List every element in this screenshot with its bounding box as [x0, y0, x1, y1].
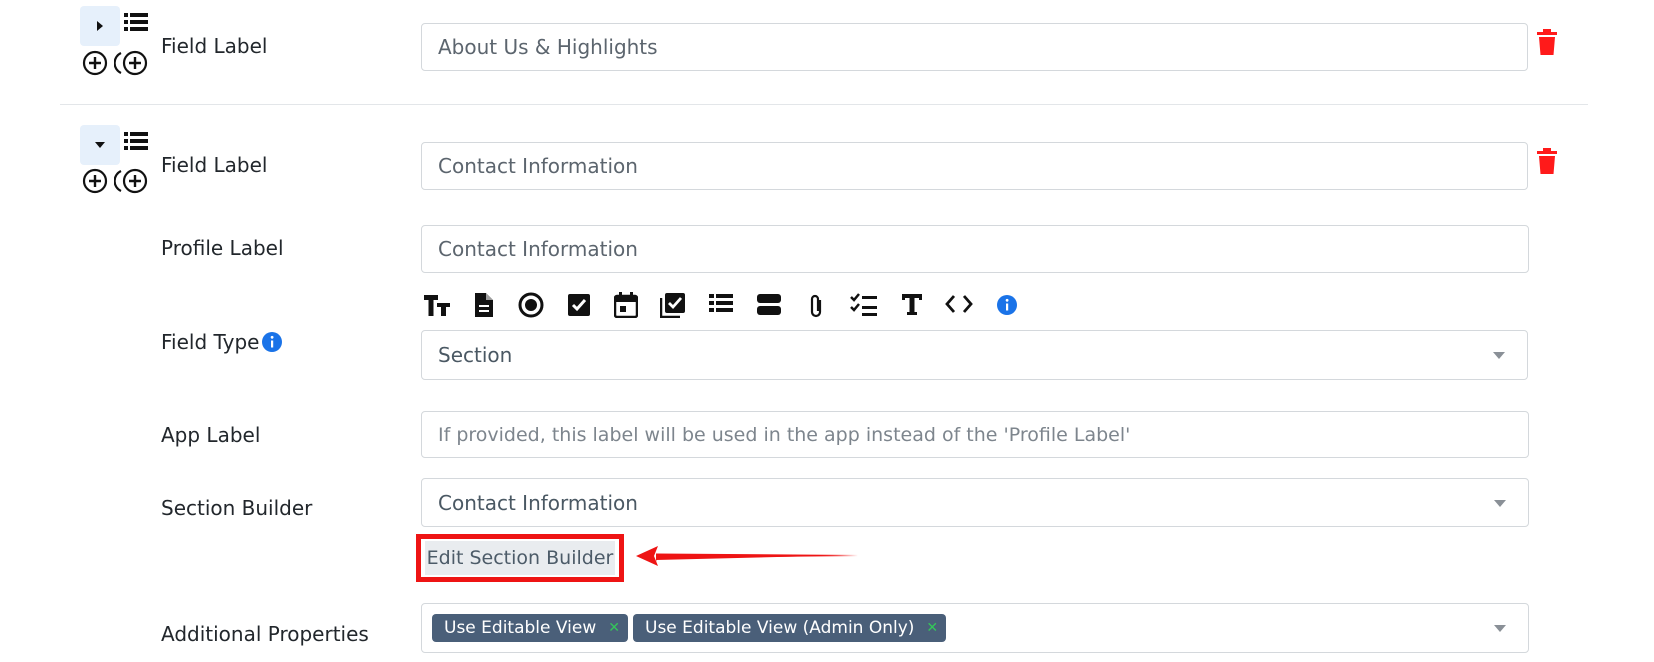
edit-section-builder-button[interactable]: Edit Section Builder — [425, 541, 615, 575]
chevron-down-icon — [1494, 625, 1506, 632]
row-divider — [60, 104, 1588, 105]
checkbox-icon[interactable] — [566, 292, 592, 318]
add-circle-icon[interactable] — [82, 168, 108, 194]
chevron-down-icon — [1493, 352, 1505, 359]
multi-check-icon[interactable] — [660, 292, 686, 318]
field-type-info-icon[interactable] — [262, 332, 282, 352]
profile-label-input[interactable]: Contact Information — [421, 225, 1529, 273]
additional-properties-label: Additional Properties — [161, 622, 369, 646]
list-icon[interactable] — [124, 12, 148, 32]
property-tag: Use Editable View ✕ — [432, 614, 628, 642]
annotation-arrow-icon — [636, 546, 858, 566]
code-icon[interactable] — [945, 292, 973, 316]
caret-right-icon — [97, 21, 103, 31]
collapse-toggle-button[interactable] — [80, 125, 120, 165]
checklist-icon[interactable] — [850, 292, 878, 316]
remove-tag-icon[interactable]: ✕ — [926, 620, 938, 636]
section-builder-value: Contact Information — [438, 490, 638, 515]
field-type-value: Section — [438, 343, 513, 367]
app-label-input[interactable]: If provided, this label will be used in … — [421, 411, 1529, 458]
profile-label-label: Profile Label — [161, 236, 284, 260]
caret-down-icon — [95, 142, 105, 148]
field-type-label: Field Type — [161, 330, 260, 354]
chevron-down-icon — [1494, 499, 1506, 507]
delete-trash-icon[interactable] — [1536, 29, 1558, 55]
section-builder-label: Section Builder — [161, 496, 313, 520]
list-icon[interactable] — [124, 131, 148, 151]
add-circle-icon[interactable] — [82, 50, 108, 76]
field-label: Field Label — [161, 153, 268, 177]
edit-section-builder-highlight: Edit Section Builder — [416, 534, 624, 582]
app-label-label: App Label — [161, 423, 261, 447]
text-icon[interactable] — [901, 292, 923, 316]
add-nested-icon[interactable] — [114, 50, 148, 76]
property-tag-label: Use Editable View (Admin Only) — [645, 618, 915, 638]
text-size-icon[interactable] — [423, 292, 451, 318]
radio-icon[interactable] — [518, 292, 544, 318]
expand-toggle-button[interactable] — [80, 6, 120, 46]
field-type-select[interactable]: Section — [421, 330, 1528, 380]
delete-trash-icon[interactable] — [1536, 148, 1558, 174]
section-builder-select[interactable]: Contact Information — [421, 478, 1529, 527]
info-icon[interactable] — [997, 295, 1017, 315]
remove-tag-icon[interactable]: ✕ — [608, 620, 620, 636]
attachment-icon[interactable] — [806, 292, 826, 320]
property-tag: Use Editable View (Admin Only) ✕ — [633, 614, 947, 642]
field-label: Field Label — [161, 34, 268, 58]
section-icon[interactable] — [756, 292, 782, 316]
document-icon[interactable] — [473, 292, 495, 318]
list-icon[interactable] — [709, 292, 733, 314]
add-nested-icon[interactable] — [114, 168, 148, 194]
calendar-icon[interactable] — [614, 292, 638, 318]
property-tag-label: Use Editable View — [444, 618, 597, 638]
field-label-input[interactable]: Contact Information — [421, 142, 1528, 190]
field-label-input[interactable]: About Us & Highlights — [421, 23, 1528, 71]
